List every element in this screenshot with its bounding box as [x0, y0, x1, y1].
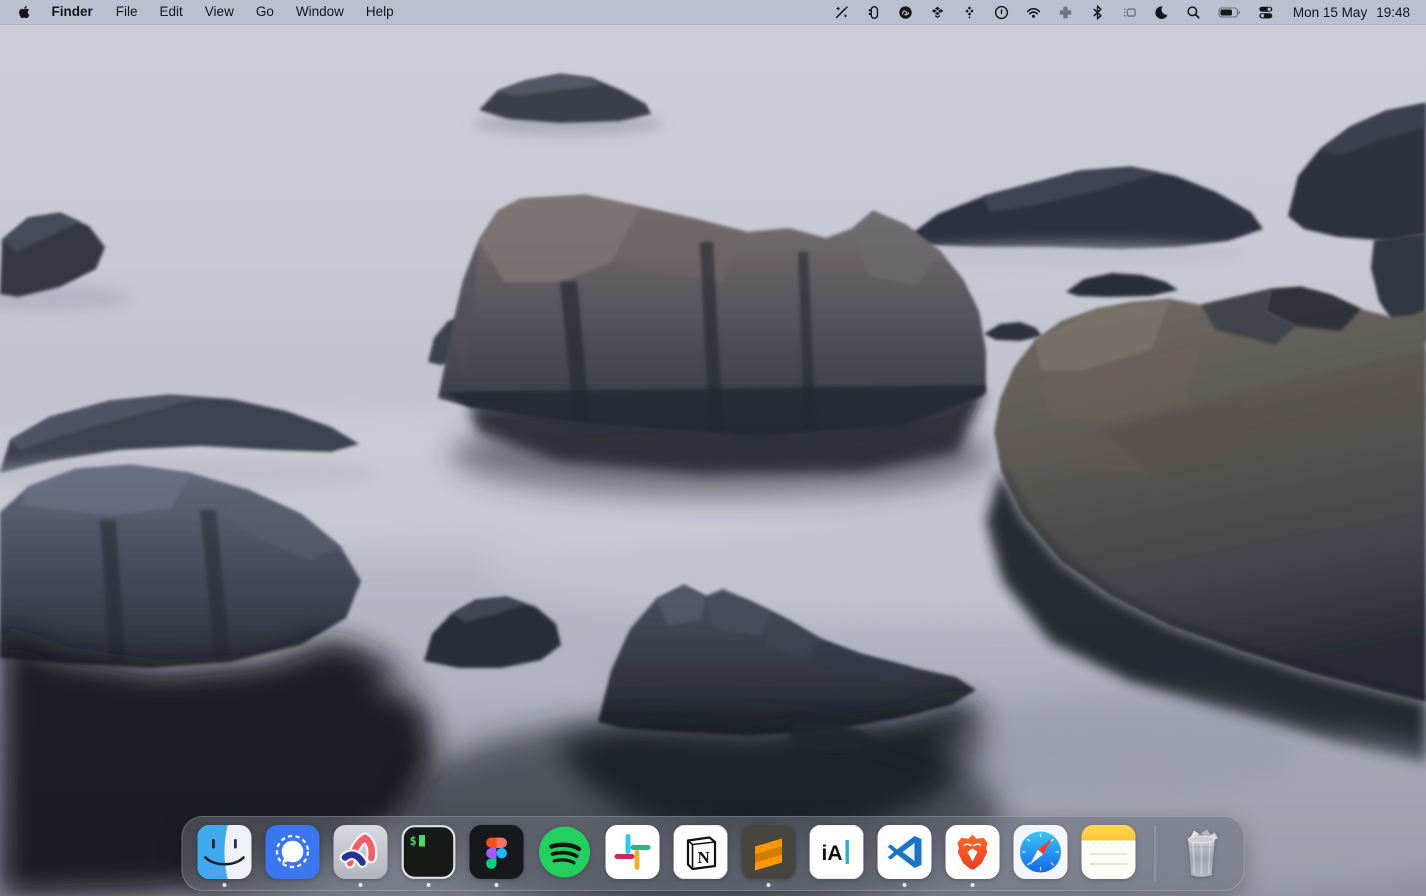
menu-items: FinderFileEditViewGoWindowHelp	[40, 0, 405, 24]
dock: $ NiA	[182, 816, 1245, 891]
menubar-spotlight-search-icon[interactable]	[1178, 0, 1210, 24]
menu-bar: FinderFileEditViewGoWindowHelp Mon 15 Ma…	[0, 0, 1426, 25]
menu-edit[interactable]: Edit	[149, 0, 194, 24]
dock-item-slack[interactable]	[606, 818, 660, 889]
arc-icon	[334, 825, 388, 879]
dock-item-signal[interactable]	[266, 818, 320, 889]
brave-icon	[946, 825, 1000, 879]
menubar-clock[interactable]: Mon 15 May 19:48	[1283, 5, 1412, 20]
apple-menu[interactable]	[0, 0, 40, 24]
running-indicator	[495, 883, 499, 887]
svg-text:iA: iA	[822, 842, 843, 865]
running-indicator	[223, 883, 227, 887]
dock-item-arc[interactable]	[334, 818, 388, 889]
menubar-control-center-icon[interactable]	[1250, 0, 1283, 24]
dock-item-notion[interactable]: N	[674, 818, 728, 889]
dock-apps: $ NiA	[191, 817, 1143, 890]
menubar-bluetooth-icon[interactable]	[1082, 0, 1114, 24]
dock-item-finder[interactable]	[198, 818, 252, 889]
dock-item-brave[interactable]	[946, 818, 1000, 889]
dock-separator	[1155, 826, 1156, 882]
menu-help[interactable]: Help	[355, 0, 405, 24]
safari-icon	[1014, 825, 1068, 879]
running-indicator	[903, 883, 907, 887]
dock-item-iawriter[interactable]: iA	[810, 818, 864, 889]
clock-date: Mon 15 May	[1293, 5, 1367, 20]
dock-item-safari[interactable]	[1014, 818, 1068, 889]
desktop-wallpaper	[0, 0, 1426, 896]
sublime-icon	[742, 825, 796, 879]
running-indicator	[971, 883, 975, 887]
terminal-icon: $	[402, 825, 456, 879]
dock-item-sublime[interactable]	[742, 818, 796, 889]
slack-icon	[606, 825, 660, 879]
menu-go[interactable]: Go	[245, 0, 285, 24]
menubar-creative-cloud-icon[interactable]	[890, 0, 922, 24]
running-indicator	[767, 883, 771, 887]
menu-finder[interactable]: Finder	[40, 0, 105, 24]
menubar-magic-wand-icon[interactable]	[826, 0, 858, 24]
running-indicator	[427, 883, 431, 887]
menubar-pill-outline-icon[interactable]	[858, 0, 890, 24]
menubar-wifi-icon[interactable]	[1018, 0, 1050, 24]
dock-item-terminal[interactable]: $	[402, 818, 456, 889]
finder-icon	[198, 825, 252, 879]
running-indicator	[359, 883, 363, 887]
menubar-focus-moon-icon[interactable]	[1146, 0, 1178, 24]
menubar-setapp-icon[interactable]	[954, 0, 986, 24]
menubar-power-circle-icon[interactable]	[986, 0, 1018, 24]
figma-icon	[470, 825, 524, 879]
notion-icon: N	[674, 825, 728, 879]
apple-icon	[19, 5, 30, 19]
menu-window[interactable]: Window	[285, 0, 355, 24]
menu-file[interactable]: File	[105, 0, 149, 24]
trash-full-icon	[1175, 825, 1229, 879]
menubar-dropbox-icon[interactable]	[922, 0, 954, 24]
svg-text:$: $	[410, 834, 417, 848]
dock-item-vscode[interactable]	[878, 818, 932, 889]
dock-item-notes[interactable]	[1082, 818, 1136, 889]
svg-text:N: N	[698, 848, 711, 867]
menubar-plus-cross-icon[interactable]	[1050, 0, 1082, 24]
dock-item-figma[interactable]	[470, 818, 524, 889]
spotify-icon	[538, 825, 592, 879]
menu-view[interactable]: View	[194, 0, 245, 24]
dock-item-spotify[interactable]	[538, 818, 592, 889]
clock-time: 19:48	[1376, 5, 1410, 20]
signal-icon	[266, 825, 320, 879]
menubar-hidden-items-icon[interactable]	[1114, 0, 1146, 24]
status-icons	[826, 0, 1283, 24]
vscode-icon	[878, 825, 932, 879]
dock-item-trash[interactable]	[1175, 818, 1229, 889]
iawriter-icon: iA	[810, 825, 864, 879]
notes-icon	[1082, 825, 1136, 879]
menubar-battery-icon[interactable]	[1210, 0, 1250, 24]
